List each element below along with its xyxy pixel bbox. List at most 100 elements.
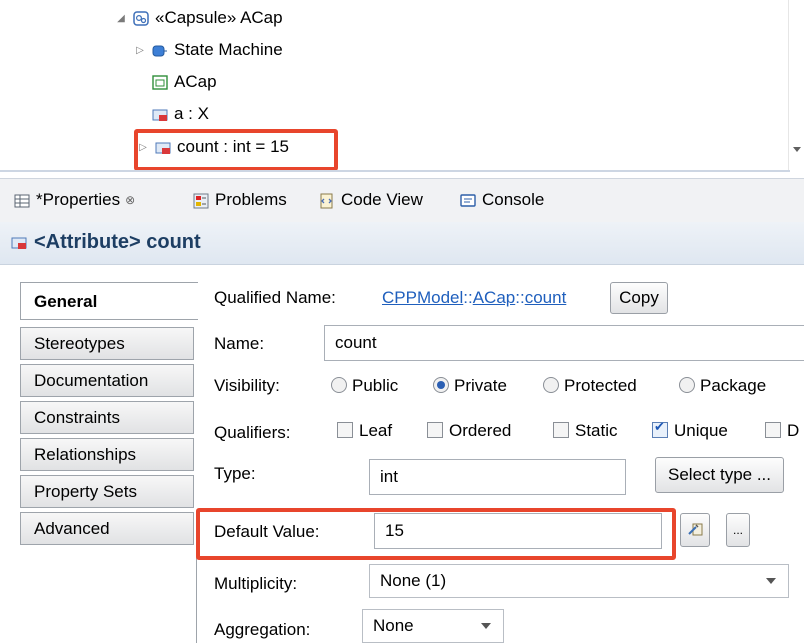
problems-icon: [193, 193, 209, 209]
qualifier-ordered-checkbox[interactable]: Ordered: [427, 421, 511, 441]
qualifiers-label: Qualifiers:: [214, 423, 291, 442]
side-tab-list: General Stereotypes Documentation Constr…: [20, 282, 198, 643]
radio-icon[interactable]: [543, 377, 559, 393]
checkbox-icon[interactable]: [337, 422, 353, 438]
multiplicity-dropdown[interactable]: None (1): [369, 564, 789, 598]
qn-link-cppmodel[interactable]: CPPModel: [382, 288, 463, 307]
name-label: Name:: [214, 334, 265, 353]
name-field[interactable]: count: [324, 325, 804, 361]
edit-value-icon: [687, 520, 703, 541]
multiplicity-label: Multiplicity:: [214, 574, 298, 593]
checkbox-label: Leaf: [359, 421, 393, 440]
tab-label: *Properties: [36, 190, 121, 209]
attribute-icon: [152, 107, 168, 121]
tab-properties[interactable]: *Properties ⊗: [14, 190, 135, 210]
properties-header: <Attribute> count: [0, 222, 804, 265]
side-tab-advanced[interactable]: Advanced: [20, 512, 194, 545]
attribute-icon: [155, 140, 171, 154]
tree-node-attribute-a[interactable]: a : X: [152, 104, 209, 124]
side-tab-stereotypes[interactable]: Stereotypes: [20, 327, 194, 360]
console-icon: [460, 193, 476, 207]
type-label: Type:: [214, 464, 256, 483]
radio-selected-icon[interactable]: [433, 377, 449, 393]
qualified-name-label: Qualified Name:: [214, 288, 336, 307]
radio-label: Protected: [564, 376, 637, 395]
qualifier-static-checkbox[interactable]: Static: [553, 421, 618, 441]
side-tab-general[interactable]: General: [20, 282, 198, 320]
aggregation-dropdown[interactable]: None: [362, 609, 504, 643]
side-tab-property-sets[interactable]: Property Sets: [20, 475, 194, 508]
checkbox-label: Static: [575, 421, 618, 440]
radio-label: Package: [700, 376, 767, 395]
visibility-private-radio[interactable]: Private: [433, 376, 507, 396]
side-tab-documentation[interactable]: Documentation: [20, 364, 194, 397]
tree-label: ACap: [174, 72, 217, 91]
model-tree: ◢ «Capsule» ACap ▷ State Machine ACap a …: [0, 0, 804, 172]
dropdown-value: None (1): [380, 571, 447, 590]
tab-label: Code View: [341, 190, 423, 209]
qn-separator: ::: [515, 288, 525, 307]
checkbox-label: D: [787, 421, 800, 440]
tree-node-attribute-count[interactable]: ▷ count : int = 15: [137, 137, 289, 157]
qn-link-count[interactable]: count: [525, 288, 567, 307]
tree-separator: [0, 170, 790, 172]
qualifier-d-checkbox[interactable]: D: [765, 421, 799, 441]
side-tab-relationships[interactable]: Relationships: [20, 438, 194, 471]
edit-value-button[interactable]: [680, 513, 710, 547]
type-field[interactable]: int: [369, 459, 626, 495]
tab-label: Console: [482, 190, 545, 209]
default-value-field[interactable]: 15: [374, 513, 662, 549]
structure-diagram-icon: [152, 75, 168, 90]
chevron-down-icon[interactable]: [766, 578, 776, 584]
radio-icon[interactable]: [679, 377, 695, 393]
checkbox-checked-icon[interactable]: [652, 420, 668, 438]
chevron-down-icon[interactable]: [481, 623, 491, 629]
checkbox-icon[interactable]: [765, 422, 781, 438]
checkbox-icon[interactable]: [553, 422, 569, 438]
checkbox-label: Unique: [674, 421, 728, 440]
copy-button[interactable]: Copy: [610, 282, 668, 314]
radio-label: Public: [352, 376, 399, 395]
tree-node-acap[interactable]: ACap: [152, 72, 217, 92]
scroll-down-icon[interactable]: [793, 147, 801, 152]
browse-value-button[interactable]: ...: [726, 513, 750, 547]
properties-icon: [14, 193, 30, 208]
capsule-icon: [133, 11, 149, 26]
qualified-name-value: CPPModel::ACap::count: [382, 288, 566, 308]
qn-link-acap[interactable]: ACap: [473, 288, 516, 307]
tree-scrollbar[interactable]: [788, 0, 804, 172]
side-tab-constraints[interactable]: Constraints: [20, 401, 194, 434]
tree-node-state-machine[interactable]: ▷ State Machine: [134, 40, 283, 60]
code-view-icon: [319, 193, 335, 209]
visibility-protected-radio[interactable]: Protected: [543, 376, 637, 396]
visibility-package-radio[interactable]: Package: [679, 376, 766, 396]
select-type-button[interactable]: Select type ...: [655, 457, 784, 493]
expanded-twisty-icon[interactable]: ◢: [115, 13, 127, 24]
qn-separator: ::: [463, 288, 473, 307]
tree-node-capsule[interactable]: ◢ «Capsule» ACap: [115, 8, 283, 28]
visibility-public-radio[interactable]: Public: [331, 376, 398, 396]
tab-label: Problems: [215, 190, 287, 209]
visibility-label: Visibility:: [214, 376, 280, 395]
qualifier-unique-checkbox[interactable]: Unique: [652, 420, 728, 441]
tree-label: count : int = 15: [177, 137, 289, 156]
close-icon[interactable]: ⊗: [125, 193, 135, 207]
tab-problems[interactable]: Problems: [193, 190, 287, 210]
checkbox-icon[interactable]: [427, 422, 443, 438]
state-machine-icon: [152, 43, 168, 57]
tab-code-view[interactable]: Code View: [319, 190, 423, 210]
default-value-label: Default Value:: [214, 522, 320, 541]
radio-icon[interactable]: [331, 377, 347, 393]
dropdown-value: None: [373, 616, 414, 635]
collapsed-twisty-icon[interactable]: ▷: [137, 142, 149, 153]
tree-label: State Machine: [174, 40, 283, 59]
qualifier-leaf-checkbox[interactable]: Leaf: [337, 421, 392, 441]
radio-label: Private: [454, 376, 507, 395]
view-tab-bar: *Properties ⊗ Problems Code View Console: [0, 178, 804, 224]
tree-label: a : X: [174, 104, 209, 123]
tab-console[interactable]: Console: [460, 190, 544, 210]
page-title: <Attribute> count: [34, 231, 201, 253]
collapsed-twisty-icon[interactable]: ▷: [134, 45, 146, 56]
tree-label: «Capsule» ACap: [155, 8, 283, 27]
aggregation-label: Aggregation:: [214, 620, 311, 639]
